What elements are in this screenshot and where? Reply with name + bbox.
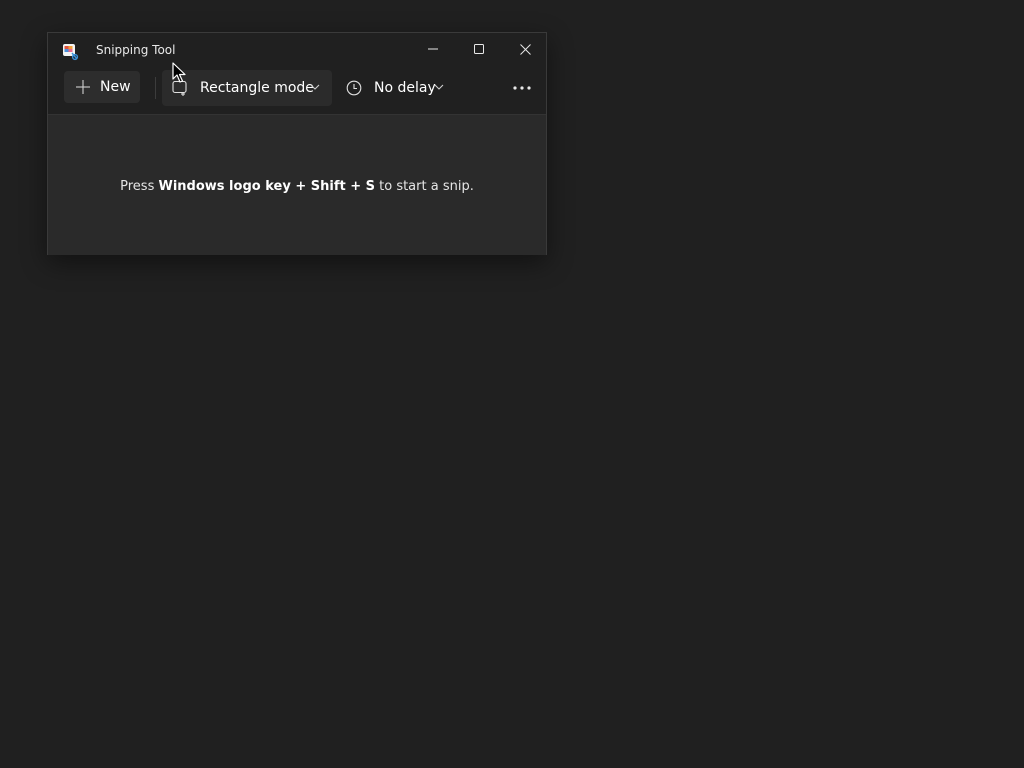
snipping-tool-icon bbox=[63, 44, 79, 61]
maximize-icon bbox=[474, 44, 484, 54]
close-icon bbox=[519, 43, 531, 55]
snipping-tool-window: Snipping Tool New Rectangle mode No dela… bbox=[47, 32, 547, 255]
new-snip-button[interactable]: New bbox=[64, 71, 140, 103]
delay-dropdown[interactable]: No delay bbox=[342, 70, 454, 106]
new-button-label: New bbox=[100, 79, 131, 95]
snip-canvas-area: Press Windows logo key + Shift + S to st… bbox=[48, 114, 546, 255]
start-snip-hint: Press Windows logo key + Shift + S to st… bbox=[48, 179, 546, 194]
hint-prefix: Press bbox=[120, 179, 159, 194]
plus-icon bbox=[76, 80, 90, 94]
more-options-icon bbox=[513, 86, 531, 90]
delay-label: No delay bbox=[374, 80, 436, 96]
title-bar[interactable]: Snipping Tool bbox=[48, 33, 546, 67]
mouse-cursor-icon bbox=[172, 62, 186, 83]
maximize-button[interactable] bbox=[456, 33, 502, 65]
minimize-icon bbox=[428, 48, 438, 50]
clock-icon bbox=[346, 80, 362, 96]
desktop: Snipping Tool New Rectangle mode No dela… bbox=[0, 0, 1024, 768]
hint-suffix: to start a snip. bbox=[375, 179, 474, 194]
minimize-button[interactable] bbox=[410, 33, 456, 65]
snip-mode-label: Rectangle mode bbox=[200, 80, 314, 96]
chevron-down-icon bbox=[434, 84, 444, 90]
toolbar-separator bbox=[155, 77, 156, 99]
close-button[interactable] bbox=[502, 33, 548, 65]
window-title: Snipping Tool bbox=[96, 43, 176, 57]
toolbar: New Rectangle mode No delay bbox=[48, 67, 546, 113]
hint-shortcut: Windows logo key + Shift + S bbox=[158, 179, 376, 194]
more-options-button[interactable] bbox=[506, 74, 538, 102]
chevron-down-icon bbox=[310, 84, 320, 90]
snip-mode-dropdown[interactable]: Rectangle mode bbox=[162, 70, 332, 106]
